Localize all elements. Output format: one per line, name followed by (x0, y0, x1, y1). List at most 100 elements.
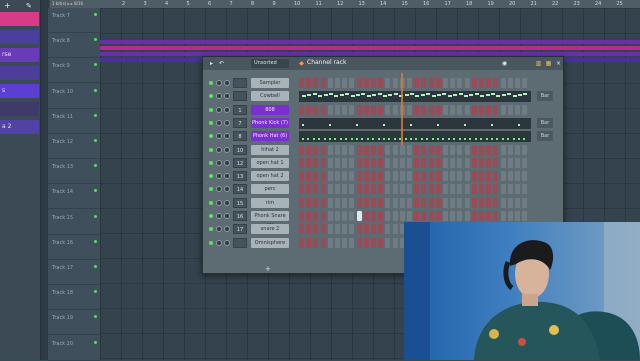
track-led-icon[interactable] (94, 214, 97, 218)
step-button[interactable] (342, 78, 348, 88)
volume-knob[interactable] (224, 186, 230, 193)
step-button[interactable] (335, 237, 340, 248)
step-button[interactable] (443, 171, 448, 182)
add-channel-button[interactable]: + (265, 265, 271, 273)
step-button[interactable] (486, 144, 492, 155)
graph-mode-button[interactable]: Bar (537, 117, 553, 128)
pattern-item[interactable]: s (0, 84, 39, 98)
step-button[interactable] (392, 171, 398, 182)
step-button[interactable] (479, 144, 484, 155)
channel-name-button[interactable]: Phonk Hat (6) (251, 131, 289, 142)
step-button[interactable] (515, 211, 520, 221)
step-button[interactable] (471, 144, 477, 155)
track-led-icon[interactable] (94, 88, 97, 92)
pan-knob[interactable] (216, 119, 222, 126)
step-button[interactable] (392, 211, 398, 221)
step-button[interactable] (299, 184, 304, 195)
step-button[interactable] (486, 171, 492, 182)
graph-mode-button[interactable]: Bar (537, 91, 553, 102)
step-button[interactable] (493, 78, 499, 88)
step-button[interactable] (471, 104, 477, 115)
step-button[interactable] (327, 78, 333, 88)
step-button[interactable] (443, 78, 448, 88)
step-button[interactable] (342, 171, 348, 182)
step-button[interactable] (515, 78, 520, 88)
channel-mute-led[interactable] (209, 227, 213, 232)
track-led-icon[interactable] (94, 239, 97, 243)
channel-name-button[interactable]: Cowbell (251, 91, 289, 102)
step-button[interactable] (457, 211, 463, 221)
channel-rack-titlebar[interactable]: ▸ ↶ Unsorted ◆ Channel rack ◉ ▥ ▦ × (203, 57, 563, 70)
channel-mute-led[interactable] (209, 81, 213, 85)
step-button[interactable] (450, 104, 456, 115)
channel-mute-led[interactable] (209, 240, 213, 245)
step-button[interactable] (378, 144, 384, 155)
step-button[interactable] (385, 211, 391, 221)
step-button[interactable] (371, 224, 376, 235)
step-button[interactable] (327, 197, 333, 208)
step-button[interactable] (299, 157, 304, 168)
step-button[interactable] (428, 144, 434, 155)
knob-icon[interactable]: ◉ (500, 59, 509, 68)
step-button[interactable] (486, 197, 492, 208)
step-button[interactable] (342, 224, 348, 235)
track-header[interactable]: Track 11 (48, 109, 100, 134)
step-button[interactable] (363, 171, 369, 182)
step-button[interactable] (385, 224, 391, 235)
step-view-icon[interactable]: ▦ (544, 59, 553, 68)
step-button[interactable] (450, 144, 456, 155)
step-button[interactable] (335, 171, 340, 182)
track-header[interactable]: Track 15 (48, 210, 100, 235)
step-button[interactable] (385, 237, 391, 248)
track-led-icon[interactable] (94, 139, 97, 142)
track-led-icon[interactable] (94, 38, 97, 42)
step-button[interactable] (428, 104, 434, 115)
mixer-track-number[interactable]: 1 (233, 104, 247, 115)
step-button[interactable] (414, 144, 420, 155)
step-button[interactable] (327, 184, 333, 195)
step-button[interactable] (313, 78, 319, 88)
volume-knob[interactable] (224, 93, 230, 100)
track-header[interactable]: Track 17 (48, 260, 100, 285)
step-button[interactable] (363, 237, 369, 248)
step-button[interactable] (500, 144, 506, 155)
volume-knob[interactable] (224, 159, 230, 166)
step-button[interactable] (435, 171, 441, 182)
step-button[interactable] (342, 104, 348, 115)
step-button[interactable] (414, 78, 420, 88)
step-button[interactable] (515, 171, 520, 182)
step-button[interactable] (320, 224, 326, 235)
step-button[interactable] (335, 197, 340, 208)
channel-name-button[interactable]: rim (251, 197, 289, 208)
pan-knob[interactable] (216, 133, 222, 140)
step-button[interactable] (414, 157, 420, 168)
step-button[interactable] (299, 144, 304, 155)
step-button[interactable] (306, 184, 312, 195)
track-header[interactable]: Track 8 (48, 33, 100, 59)
volume-knob[interactable] (224, 226, 230, 233)
step-button[interactable] (320, 184, 326, 195)
step-button[interactable] (450, 184, 456, 195)
channel-name-button[interactable]: 808 (251, 104, 289, 115)
track-led-icon[interactable] (94, 290, 97, 294)
step-button[interactable] (356, 78, 362, 88)
mixer-track-number[interactable]: 8 (233, 131, 247, 142)
track-header[interactable]: Track 19 (48, 310, 100, 336)
step-button[interactable] (378, 197, 384, 208)
step-button[interactable] (471, 78, 477, 88)
step-button[interactable] (320, 237, 326, 248)
step-button[interactable] (320, 211, 326, 221)
step-button[interactable] (486, 104, 492, 115)
step-button[interactable] (299, 197, 304, 208)
track-led-icon[interactable] (94, 13, 97, 16)
step-button[interactable] (356, 237, 362, 248)
step-button[interactable] (392, 78, 398, 88)
pan-knob[interactable] (216, 106, 222, 113)
step-button[interactable] (342, 211, 348, 221)
channel-mute-led[interactable] (209, 160, 213, 165)
step-button[interactable] (363, 224, 369, 235)
piano-roll-preview[interactable] (299, 117, 531, 129)
step-button[interactable] (522, 78, 528, 88)
step-button[interactable] (327, 211, 333, 221)
step-button[interactable] (320, 104, 326, 115)
